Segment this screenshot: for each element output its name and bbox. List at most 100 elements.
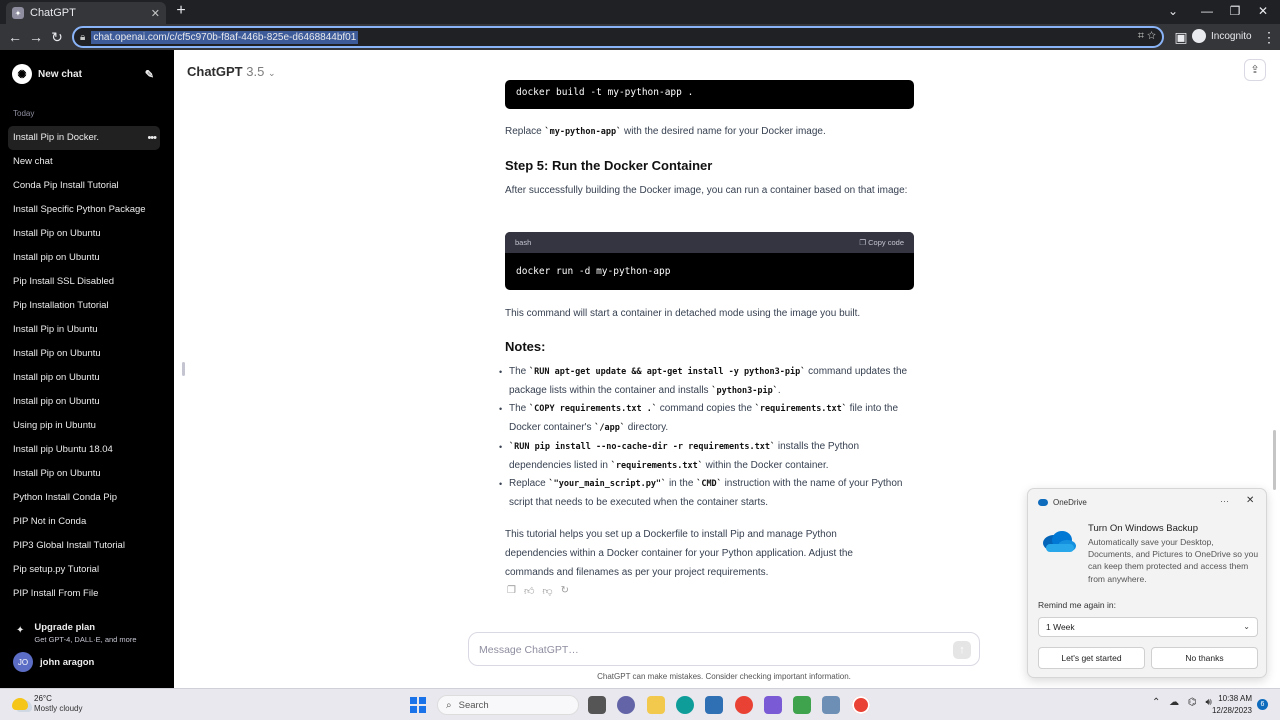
url-text[interactable]: chat.openai.com/c/cf5c970b-f8af-446b-825…	[91, 30, 359, 44]
lock-icon: 🔒︎	[80, 31, 86, 43]
no-thanks-button[interactable]: No thanks	[1151, 647, 1258, 669]
copy-code-button[interactable]: ❐ Copy code	[859, 238, 904, 247]
bullet-icon: •	[499, 367, 503, 377]
notepad-icon[interactable]	[793, 696, 811, 714]
chat-item[interactable]: Install Pip on Ubuntu	[8, 222, 160, 246]
chat-item[interactable]: Install Pip on Ubuntu	[8, 462, 160, 486]
app-icon[interactable]	[822, 696, 840, 714]
close-icon[interactable]: ✕	[1246, 495, 1254, 506]
paragraph: This tutorial helps you set up a Dockerf…	[505, 529, 853, 578]
chatgpt-favicon-icon: ✦	[12, 7, 24, 19]
chat-item[interactable]: Install pip on Ubuntu	[8, 246, 160, 270]
time: 10:38 AM	[1218, 694, 1252, 703]
chat-item[interactable]: Install Pip in Ubuntu	[8, 318, 160, 342]
code-line: docker run -d my-python-app	[516, 266, 671, 277]
bookmark-star-icon[interactable]: ⌗ ☆	[1138, 30, 1156, 43]
browser-tab[interactable]: ✦ ChatGPT ✕	[6, 2, 166, 24]
forward-icon[interactable]: →	[27, 28, 45, 46]
more-options-icon[interactable]: ···	[1220, 496, 1229, 506]
chat-item-label: Install Pip in Docker.	[13, 132, 100, 143]
close-window-button[interactable]: ✕	[1246, 0, 1280, 24]
chat-item[interactable]: Pip Installation Tutorial	[8, 294, 160, 318]
chat-item[interactable]: Conda Pip Install Tutorial	[8, 174, 160, 198]
file-explorer-icon[interactable]	[647, 696, 665, 714]
disclaimer: ChatGPT can make mistakes. Consider chec…	[597, 672, 851, 681]
browser-tab-bar: ✦ ChatGPT ✕ + ⌄ — ❐ ✕	[0, 0, 1280, 24]
chrome-icon[interactable]	[735, 696, 753, 714]
chat-item[interactable]: PIP3 Global Install Tutorial	[8, 534, 160, 558]
upgrade-plan-button[interactable]: ✦ Upgrade plan Get GPT-4, DALL·E, and mo…	[16, 622, 137, 644]
tab-search-icon[interactable]: ⌄	[1156, 0, 1190, 24]
chat-item[interactable]: Pip Install SSL Disabled	[8, 270, 160, 294]
chat-item[interactable]: PIP Not in Conda	[8, 510, 160, 534]
inline-code: `COPY requirements.txt .`	[529, 404, 657, 414]
upgrade-subtitle: Get GPT-4, DALL·E, and more	[34, 635, 137, 644]
chat-item[interactable]: Install Pip in Docker. •••	[8, 126, 160, 150]
sidebar-collapse-handle[interactable]	[182, 362, 185, 376]
step5-heading: Step 5: Run the Docker Container	[505, 158, 713, 173]
chat-item[interactable]: Install pip on Ubuntu	[8, 366, 160, 390]
model-selector[interactable]: ChatGPT 3.5 ⌄	[187, 64, 276, 79]
browser-toolbar: ← → ↻ 🔒︎ chat.openai.com/c/cf5c970b-f8af…	[0, 24, 1280, 50]
store-icon[interactable]	[705, 696, 723, 714]
chat-item[interactable]: Install pip Ubuntu 18.04	[8, 438, 160, 462]
task-view-icon[interactable]	[588, 696, 606, 714]
incognito-indicator[interactable]: Incognito	[1192, 29, 1252, 43]
thumbs-up-icon[interactable]: 👍︎	[524, 585, 534, 597]
weather-widget[interactable]: 26°C Mostly cloudy	[12, 694, 82, 713]
incognito-icon	[1192, 29, 1206, 43]
regenerate-icon[interactable]: ↻	[561, 585, 569, 597]
copy-icon[interactable]: ❐	[507, 585, 516, 597]
new-tab-button[interactable]: +	[172, 2, 190, 20]
bullet-icon: •	[499, 479, 503, 489]
text: The	[509, 366, 530, 377]
share-icon[interactable]: ⇪	[1244, 59, 1266, 81]
thumbs-down-icon[interactable]: 👎︎	[542, 585, 552, 597]
chat-item[interactable]: PIP Install From File	[8, 582, 160, 606]
message-input[interactable]	[479, 641, 939, 659]
address-bar[interactable]: 🔒︎ chat.openai.com/c/cf5c970b-f8af-446b-…	[72, 26, 1164, 48]
chat-item[interactable]: Install pip on Ubuntu	[8, 390, 160, 414]
back-icon[interactable]: ←	[6, 28, 24, 46]
remind-label: Remind me again in:	[1038, 600, 1116, 610]
text: command copies the	[656, 403, 755, 414]
text: .	[777, 384, 781, 396]
scrollbar[interactable]	[1273, 430, 1276, 490]
chat-item[interactable]: Python Install Conda Pip	[8, 486, 160, 510]
clock[interactable]: 10:38 AM 12/28/2023	[1208, 693, 1252, 717]
temperature: 26°C	[34, 694, 52, 703]
tab-close-icon[interactable]: ✕	[151, 7, 160, 20]
chat-item[interactable]: Pip setup.py Tutorial	[8, 558, 160, 582]
side-panel-icon[interactable]: ▣	[1172, 28, 1190, 46]
chrome-icon[interactable]	[852, 696, 870, 714]
chat-item[interactable]: Using pip in Ubuntu	[8, 414, 160, 438]
edge-icon[interactable]	[676, 696, 694, 714]
user-menu[interactable]: JO john aragon	[13, 652, 94, 672]
taskbar-search[interactable]: ⌕ Search	[437, 695, 579, 715]
system-tray[interactable]: ⌃ ☁ ⌬ 🔊︎	[1152, 697, 1215, 708]
teams-chat-icon[interactable]	[617, 696, 635, 714]
inline-code: `/app`	[594, 422, 625, 433]
inline-code: `requirements.txt`	[610, 460, 703, 471]
browser-menu-icon[interactable]: ⋮	[1260, 28, 1278, 46]
chat-item[interactable]: Install Pip on Ubuntu	[8, 342, 160, 366]
chat-item[interactable]: Install Specific Python Package	[8, 198, 160, 222]
new-chat-button[interactable]: ✺ New chat ✎	[8, 62, 160, 86]
reload-icon[interactable]: ↻	[48, 28, 66, 46]
app-icon[interactable]	[764, 696, 782, 714]
weather-status: Mostly cloudy	[34, 704, 83, 713]
model-name: ChatGPT	[187, 64, 243, 79]
bullet-icon: •	[499, 404, 503, 414]
notification-badge[interactable]: 6	[1257, 699, 1268, 710]
edit-icon[interactable]: ✎	[145, 68, 154, 81]
windows-start-icon[interactable]	[410, 697, 426, 713]
list-item: • Replace `"your_main_script.py"` in the…	[499, 475, 919, 512]
inline-code: `CMD`	[696, 479, 722, 489]
tab-title: ChatGPT	[30, 7, 76, 19]
lets-get-started-button[interactable]: Let's get started	[1038, 647, 1145, 669]
remind-dropdown[interactable]: 1 Week ⌄	[1038, 617, 1258, 637]
more-options-icon[interactable]: •••	[147, 126, 157, 150]
send-button[interactable]: ↑	[953, 641, 971, 659]
chat-item[interactable]: New chat	[8, 150, 160, 174]
notification-title: Turn On Windows Backup	[1088, 523, 1198, 534]
